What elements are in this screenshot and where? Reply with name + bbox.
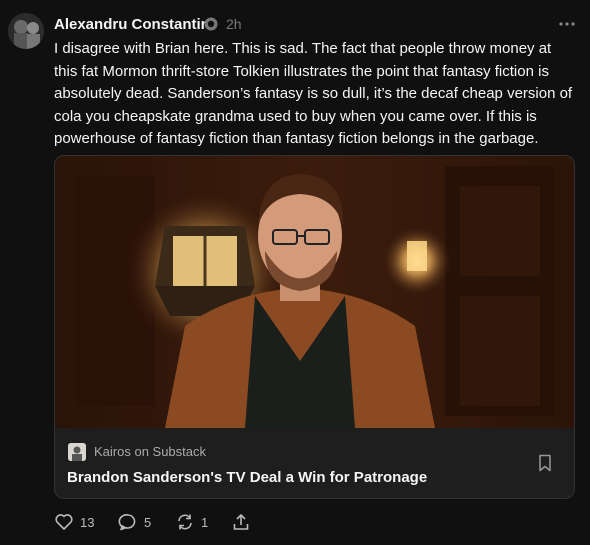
- author-name[interactable]: Alexandru Constantin: [54, 16, 210, 33]
- repost-button[interactable]: 1: [175, 512, 208, 532]
- reply-button[interactable]: 5: [118, 512, 151, 532]
- link-title[interactable]: Brandon Sanderson's TV Deal a Win for Pa…: [67, 469, 427, 486]
- like-button[interactable]: 13: [54, 512, 94, 532]
- link-preview-image: [55, 156, 574, 428]
- source-avatar-icon: [68, 443, 86, 461]
- comment-icon: [118, 514, 136, 531]
- post-timestamp[interactable]: 2h: [226, 16, 242, 32]
- verified-badge-icon: [204, 17, 218, 31]
- heart-icon: [55, 514, 73, 530]
- reply-count: 5: [144, 514, 152, 530]
- post-body-text: I disagree with Brian here. This is sad.…: [54, 40, 573, 147]
- link-source-name: Kairos on Substack: [94, 444, 207, 459]
- share-button[interactable]: [231, 512, 251, 532]
- repost-count: 1: [201, 514, 209, 530]
- link-preview-footer: Kairos on Substack Brandon Sanderson's T…: [55, 428, 574, 498]
- repost-icon: [178, 514, 192, 530]
- author-avatar[interactable]: [8, 13, 44, 49]
- more-options-icon[interactable]: [556, 13, 578, 35]
- share-icon: [233, 514, 249, 530]
- like-count: 13: [80, 514, 95, 530]
- link-preview-card[interactable]: Kairos on Substack Brandon Sanderson's T…: [54, 155, 575, 499]
- bookmark-icon[interactable]: [537, 454, 553, 472]
